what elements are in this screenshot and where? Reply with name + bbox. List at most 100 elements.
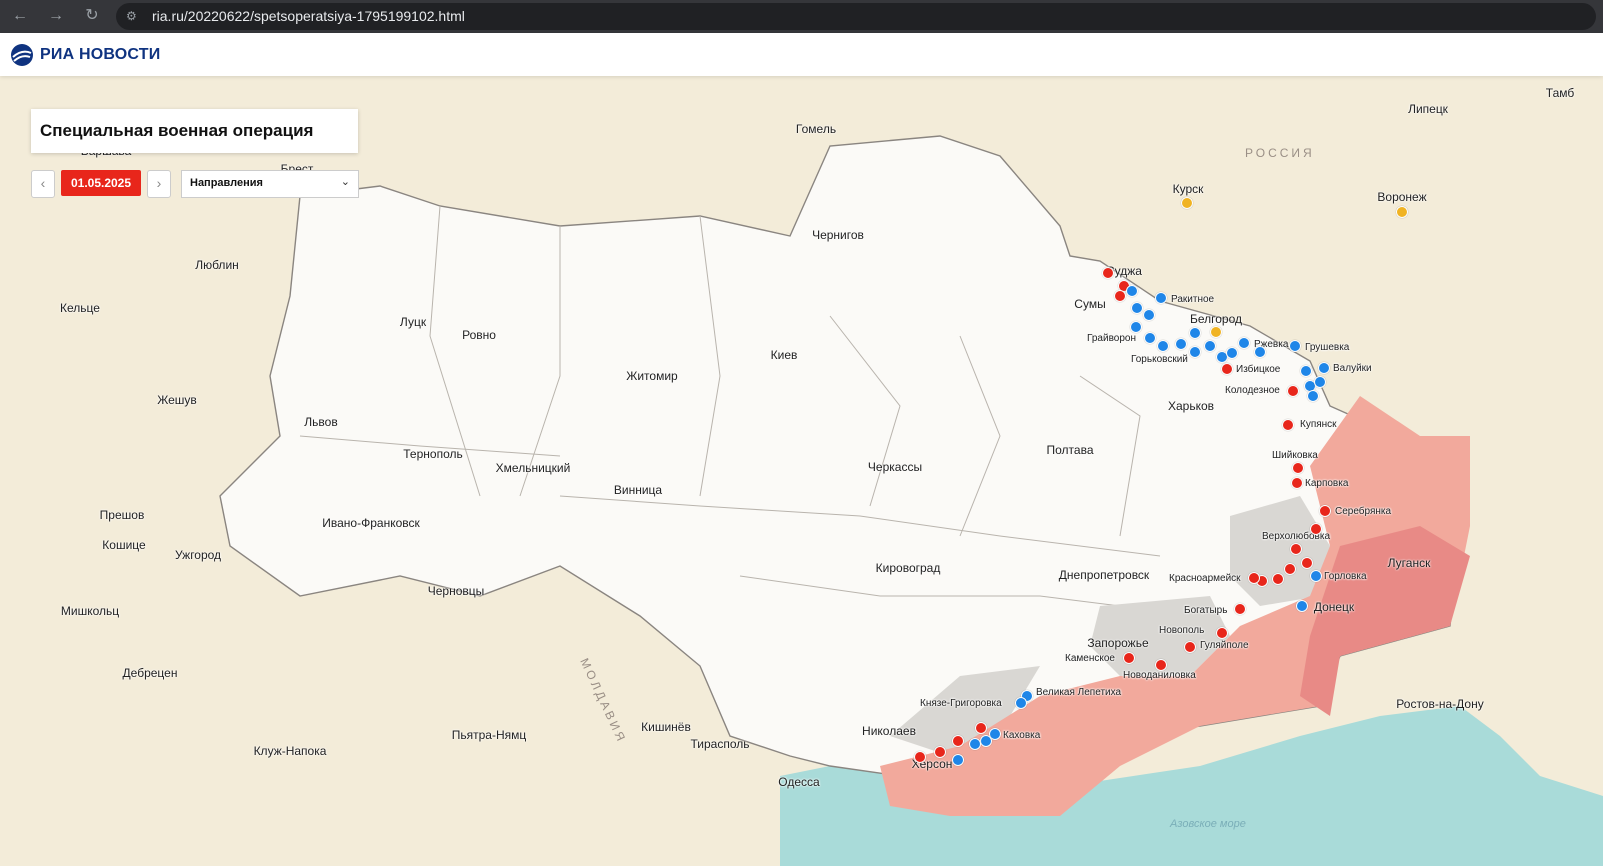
marker-blue[interactable] (1254, 346, 1266, 358)
city-label: Днепропетровск (1058, 568, 1150, 582)
marker-blue[interactable] (969, 738, 981, 750)
reload-icon[interactable]: ↻ (80, 4, 104, 28)
marker-yellow[interactable] (1210, 326, 1222, 338)
marker-red[interactable] (1216, 627, 1228, 639)
city-label: Луганск (1387, 556, 1431, 570)
marker-blue[interactable] (1189, 346, 1201, 358)
site-header: РИА НОВОСТИ (0, 33, 1603, 76)
dropdown-label: Направления (190, 177, 263, 189)
back-arrow-icon[interactable]: ← (8, 4, 32, 28)
address-bar[interactable]: ⚙ ria.ru/20220622/spetsoperatsiya-179519… (116, 3, 1596, 30)
marker-red[interactable] (914, 751, 926, 763)
ria-logo-icon[interactable] (10, 43, 34, 67)
point-label: Князе-Григоровка (920, 698, 1002, 709)
city-label: Ростов-на-Дону (1396, 697, 1484, 711)
marker-blue[interactable] (1175, 338, 1187, 350)
city-label: Николаев (862, 724, 916, 738)
marker-blue[interactable] (1314, 376, 1326, 388)
marker-red[interactable] (1284, 563, 1296, 575)
directions-dropdown[interactable]: Направления ⌄ (181, 170, 359, 198)
next-date-button[interactable]: › (147, 170, 171, 198)
city-label: Воронеж (1377, 190, 1427, 204)
city-label: Жешув (157, 393, 197, 407)
marker-red[interactable] (1234, 603, 1246, 615)
marker-red[interactable] (1291, 477, 1303, 489)
sea-label-azov: Азовское море (1170, 818, 1246, 830)
marker-red[interactable] (1282, 419, 1294, 431)
city-label: Липецк (1408, 102, 1448, 116)
point-label: Горьковский (1131, 354, 1188, 365)
site-logo-text[interactable]: РИА НОВОСТИ (40, 46, 160, 64)
marker-red[interactable] (1292, 462, 1304, 474)
marker-blue[interactable] (980, 735, 992, 747)
marker-blue[interactable] (1130, 321, 1142, 333)
marker-blue[interactable] (1289, 340, 1301, 352)
marker-blue[interactable] (1144, 332, 1156, 344)
city-label: Пьятра-Нямц (451, 728, 527, 742)
point-label: Великая Лепетиха (1036, 687, 1122, 698)
point-label: Ракитное (1171, 294, 1215, 305)
marker-red[interactable] (1310, 523, 1322, 535)
point-label: Гуляйполе (1200, 640, 1249, 651)
marker-red[interactable] (1248, 572, 1260, 584)
marker-red[interactable] (1290, 543, 1302, 555)
marker-blue[interactable] (1307, 390, 1319, 402)
city-label: Кировоград (875, 561, 941, 575)
forward-arrow-icon[interactable]: → (44, 4, 68, 28)
city-label: Тернополь (403, 447, 463, 461)
marker-yellow[interactable] (1181, 197, 1193, 209)
marker-blue[interactable] (952, 754, 964, 766)
marker-blue[interactable] (1131, 302, 1143, 314)
point-label: Богатырь (1184, 605, 1228, 616)
marker-blue[interactable] (1015, 697, 1027, 709)
current-date-button[interactable]: 01.05.2025 (61, 170, 141, 196)
city-label: Тирасполь (690, 737, 750, 751)
marker-blue[interactable] (1126, 285, 1138, 297)
marker-blue[interactable] (1226, 347, 1238, 359)
chevron-down-icon: ⌄ (340, 176, 350, 188)
marker-red[interactable] (1114, 290, 1126, 302)
marker-blue[interactable] (1204, 340, 1216, 352)
marker-blue[interactable] (1157, 340, 1169, 352)
marker-blue[interactable] (1310, 570, 1322, 582)
point-label: Шийковка (1272, 450, 1318, 461)
city-label: Кельце (60, 301, 100, 315)
marker-red[interactable] (1319, 505, 1331, 517)
marker-blue[interactable] (1296, 600, 1308, 612)
point-label: Каменское (1065, 653, 1115, 664)
point-label: Купянск (1300, 419, 1337, 430)
city-label: Люблин (195, 258, 239, 272)
marker-red[interactable] (975, 722, 987, 734)
url-text[interactable]: ria.ru/20220622/spetsoperatsiya-17951991… (152, 8, 465, 24)
marker-red[interactable] (1287, 385, 1299, 397)
marker-blue[interactable] (1143, 309, 1155, 321)
marker-red[interactable] (1221, 363, 1233, 375)
marker-red[interactable] (1301, 557, 1313, 569)
prev-date-button[interactable]: ‹ (31, 170, 55, 198)
marker-blue[interactable] (1318, 362, 1330, 374)
point-label: Колодезное (1225, 385, 1280, 396)
marker-red[interactable] (1155, 659, 1167, 671)
marker-red[interactable] (1272, 573, 1284, 585)
point-label: Грушевка (1305, 342, 1350, 353)
site-info-icon[interactable]: ⚙ (126, 9, 140, 23)
city-label: Черновцы (427, 584, 485, 598)
city-label: Сумы (1074, 297, 1106, 311)
country-label-russia: РОССИЯ (1245, 146, 1315, 160)
marker-blue[interactable] (1189, 327, 1201, 339)
marker-red[interactable] (1123, 652, 1135, 664)
marker-red[interactable] (952, 735, 964, 747)
marker-blue[interactable] (1155, 292, 1167, 304)
marker-red[interactable] (1102, 267, 1114, 279)
marker-red[interactable] (934, 746, 946, 758)
point-label: Новоданиловка (1123, 670, 1196, 681)
marker-blue[interactable] (1300, 365, 1312, 377)
city-label: Клуж-Напока (253, 744, 327, 758)
marker-yellow[interactable] (1396, 206, 1408, 218)
city-label: Тамб (1545, 86, 1575, 100)
marker-blue[interactable] (1238, 337, 1250, 349)
marker-red[interactable] (1184, 641, 1196, 653)
city-label: Житомир (626, 369, 678, 383)
city-label: Кошице (102, 538, 146, 552)
city-label: Ровно (462, 328, 496, 342)
